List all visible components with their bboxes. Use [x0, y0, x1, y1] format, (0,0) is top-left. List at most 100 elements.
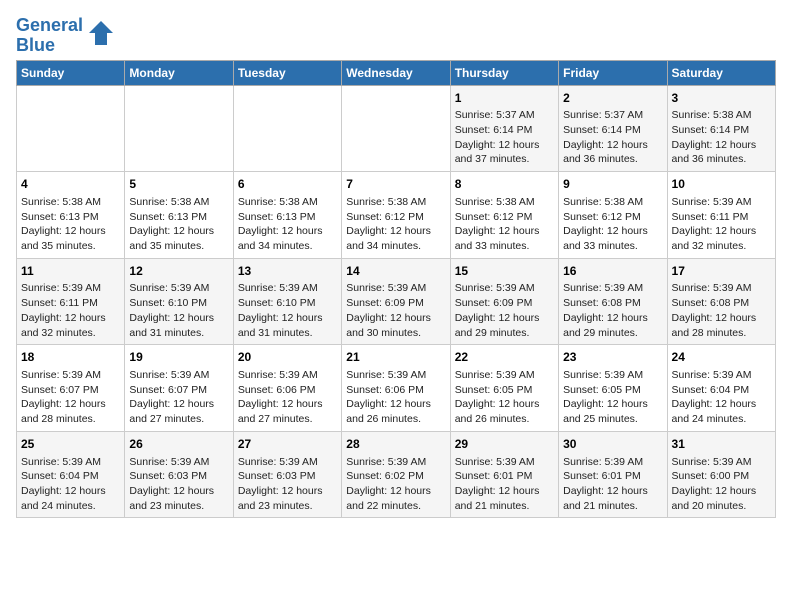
- day-number: 16: [563, 263, 662, 280]
- calendar-table: SundayMondayTuesdayWednesdayThursdayFrid…: [16, 60, 776, 519]
- day-cell: 16Sunrise: 5:39 AM Sunset: 6:08 PM Dayli…: [559, 258, 667, 345]
- header-row: SundayMondayTuesdayWednesdayThursdayFrid…: [17, 60, 776, 85]
- day-cell: 10 Sunrise: 5:39 AM Sunset: 6:11 PM Dayli…: [667, 172, 775, 259]
- day-number: 7: [346, 176, 445, 193]
- day-info: Sunrise: 5:39 AM Sunset: 6:06 PM Dayligh…: [346, 368, 445, 427]
- day-cell: 25 Sunrise: 5:39 AM Sunset: 6:04 PM Dayli…: [17, 431, 125, 518]
- day-cell: 9 Sunrise: 5:38 AM Sunset: 6:12 PM Daylig…: [559, 172, 667, 259]
- day-cell: 20Sunrise: 5:39 AM Sunset: 6:06 PM Dayli…: [233, 345, 341, 432]
- header-monday: Monday: [125, 60, 233, 85]
- day-info: Sunrise: 5:39 AM Sunset: 6:08 PM Dayligh…: [672, 281, 771, 340]
- day-cell: 30 Sunrise: 5:39 AM Sunset: 6:01 PM Dayli…: [559, 431, 667, 518]
- day-cell: 26Sunrise: 5:39 AM Sunset: 6:03 PM Dayli…: [125, 431, 233, 518]
- day-number: 19: [129, 349, 228, 366]
- day-cell: 22 Sunrise: 5:39 AM Sunset: 6:05 PM Dayli…: [450, 345, 558, 432]
- week-row-1: 4 Sunrise: 5:38 AM Sunset: 6:13 PM Daylig…: [17, 172, 776, 259]
- logo-text-general: General: [16, 15, 83, 35]
- day-number: 10: [672, 176, 771, 193]
- day-number: 21: [346, 349, 445, 366]
- day-info: Sunrise: 5:39 AM Sunset: 6:08 PM Dayligh…: [563, 281, 662, 340]
- day-cell: 4 Sunrise: 5:38 AM Sunset: 6:13 PM Daylig…: [17, 172, 125, 259]
- day-info: Sunrise: 5:39 AM Sunset: 6:07 PM Dayligh…: [21, 368, 120, 427]
- day-cell: 15Sunrise: 5:39 AM Sunset: 6:09 PM Dayli…: [450, 258, 558, 345]
- day-number: 31: [672, 436, 771, 453]
- day-number: 14: [346, 263, 445, 280]
- logo-text-blue: Blue: [16, 36, 83, 56]
- day-cell: 13Sunrise: 5:39 AM Sunset: 6:10 PM Dayli…: [233, 258, 341, 345]
- day-info: Sunrise: 5:38 AM Sunset: 6:13 PM Dayligh…: [21, 195, 120, 254]
- day-info: Sunrise: 5:39 AM Sunset: 6:06 PM Dayligh…: [238, 368, 337, 427]
- day-info: Sunrise: 5:39 AM Sunset: 6:05 PM Dayligh…: [455, 368, 554, 427]
- day-info: Sunrise: 5:39 AM Sunset: 6:04 PM Dayligh…: [672, 368, 771, 427]
- day-number: 24: [672, 349, 771, 366]
- day-cell: 2Sunrise: 5:37 AM Sunset: 6:14 PM Daylig…: [559, 85, 667, 172]
- header-wednesday: Wednesday: [342, 60, 450, 85]
- day-cell: 27 Sunrise: 5:39 AM Sunset: 6:03 PM Dayli…: [233, 431, 341, 518]
- header-saturday: Saturday: [667, 60, 775, 85]
- day-info: Sunrise: 5:39 AM Sunset: 6:10 PM Dayligh…: [238, 281, 337, 340]
- day-info: Sunrise: 5:39 AM Sunset: 6:09 PM Dayligh…: [455, 281, 554, 340]
- day-cell: 3Sunrise: 5:38 AM Sunset: 6:14 PM Daylig…: [667, 85, 775, 172]
- day-cell: 21 Sunrise: 5:39 AM Sunset: 6:06 PM Dayli…: [342, 345, 450, 432]
- day-info: Sunrise: 5:39 AM Sunset: 6:11 PM Dayligh…: [21, 281, 120, 340]
- day-cell: 29 Sunrise: 5:39 AM Sunset: 6:01 PM Dayli…: [450, 431, 558, 518]
- day-cell: 7 Sunrise: 5:38 AM Sunset: 6:12 PM Daylig…: [342, 172, 450, 259]
- week-row-3: 18 Sunrise: 5:39 AM Sunset: 6:07 PM Dayli…: [17, 345, 776, 432]
- day-cell: 12Sunrise: 5:39 AM Sunset: 6:10 PM Dayli…: [125, 258, 233, 345]
- day-cell: 18 Sunrise: 5:39 AM Sunset: 6:07 PM Dayli…: [17, 345, 125, 432]
- day-number: 3: [672, 90, 771, 107]
- day-cell: 17Sunrise: 5:39 AM Sunset: 6:08 PM Dayli…: [667, 258, 775, 345]
- day-number: 29: [455, 436, 554, 453]
- day-number: 28: [346, 436, 445, 453]
- day-number: 30: [563, 436, 662, 453]
- day-number: 18: [21, 349, 120, 366]
- week-row-2: 11Sunrise: 5:39 AM Sunset: 6:11 PM Dayli…: [17, 258, 776, 345]
- day-info: Sunrise: 5:39 AM Sunset: 6:10 PM Dayligh…: [129, 281, 228, 340]
- day-info: Sunrise: 5:38 AM Sunset: 6:12 PM Dayligh…: [346, 195, 445, 254]
- day-number: 11: [21, 263, 120, 280]
- day-info: Sunrise: 5:39 AM Sunset: 6:00 PM Dayligh…: [672, 455, 771, 514]
- day-info: Sunrise: 5:39 AM Sunset: 6:03 PM Dayligh…: [238, 455, 337, 514]
- day-info: Sunrise: 5:38 AM Sunset: 6:13 PM Dayligh…: [238, 195, 337, 254]
- day-info: Sunrise: 5:38 AM Sunset: 6:12 PM Dayligh…: [455, 195, 554, 254]
- day-number: 6: [238, 176, 337, 193]
- day-cell: 31 Sunrise: 5:39 AM Sunset: 6:00 PM Dayli…: [667, 431, 775, 518]
- day-number: 2: [563, 90, 662, 107]
- day-number: 25: [21, 436, 120, 453]
- day-number: 15: [455, 263, 554, 280]
- logo: General Blue: [16, 16, 115, 56]
- day-cell: [17, 85, 125, 172]
- day-info: Sunrise: 5:39 AM Sunset: 6:01 PM Dayligh…: [455, 455, 554, 514]
- day-info: Sunrise: 5:39 AM Sunset: 6:04 PM Dayligh…: [21, 455, 120, 514]
- day-info: Sunrise: 5:39 AM Sunset: 6:07 PM Dayligh…: [129, 368, 228, 427]
- day-info: Sunrise: 5:39 AM Sunset: 6:05 PM Dayligh…: [563, 368, 662, 427]
- day-info: Sunrise: 5:38 AM Sunset: 6:13 PM Dayligh…: [129, 195, 228, 254]
- day-number: 5: [129, 176, 228, 193]
- day-number: 27: [238, 436, 337, 453]
- day-info: Sunrise: 5:37 AM Sunset: 6:14 PM Dayligh…: [563, 108, 662, 167]
- day-cell: 14Sunrise: 5:39 AM Sunset: 6:09 PM Dayli…: [342, 258, 450, 345]
- day-number: 9: [563, 176, 662, 193]
- day-number: 4: [21, 176, 120, 193]
- day-number: 17: [672, 263, 771, 280]
- header-thursday: Thursday: [450, 60, 558, 85]
- day-cell: [342, 85, 450, 172]
- day-info: Sunrise: 5:39 AM Sunset: 6:11 PM Dayligh…: [672, 195, 771, 254]
- day-cell: 24 Sunrise: 5:39 AM Sunset: 6:04 PM Dayli…: [667, 345, 775, 432]
- day-number: 22: [455, 349, 554, 366]
- week-row-0: 1 Sunrise: 5:37 AM Sunset: 6:14 PM Daylig…: [17, 85, 776, 172]
- day-info: Sunrise: 5:39 AM Sunset: 6:03 PM Dayligh…: [129, 455, 228, 514]
- day-cell: 19 Sunrise: 5:39 AM Sunset: 6:07 PM Dayli…: [125, 345, 233, 432]
- day-cell: 6 Sunrise: 5:38 AM Sunset: 6:13 PM Daylig…: [233, 172, 341, 259]
- day-info: Sunrise: 5:39 AM Sunset: 6:02 PM Dayligh…: [346, 455, 445, 514]
- day-number: 23: [563, 349, 662, 366]
- day-number: 12: [129, 263, 228, 280]
- day-info: Sunrise: 5:39 AM Sunset: 6:01 PM Dayligh…: [563, 455, 662, 514]
- day-info: Sunrise: 5:38 AM Sunset: 6:12 PM Dayligh…: [563, 195, 662, 254]
- day-cell: 11Sunrise: 5:39 AM Sunset: 6:11 PM Dayli…: [17, 258, 125, 345]
- day-cell: 28 Sunrise: 5:39 AM Sunset: 6:02 PM Dayli…: [342, 431, 450, 518]
- header-sunday: Sunday: [17, 60, 125, 85]
- day-number: 13: [238, 263, 337, 280]
- day-number: 1: [455, 90, 554, 107]
- day-info: Sunrise: 5:39 AM Sunset: 6:09 PM Dayligh…: [346, 281, 445, 340]
